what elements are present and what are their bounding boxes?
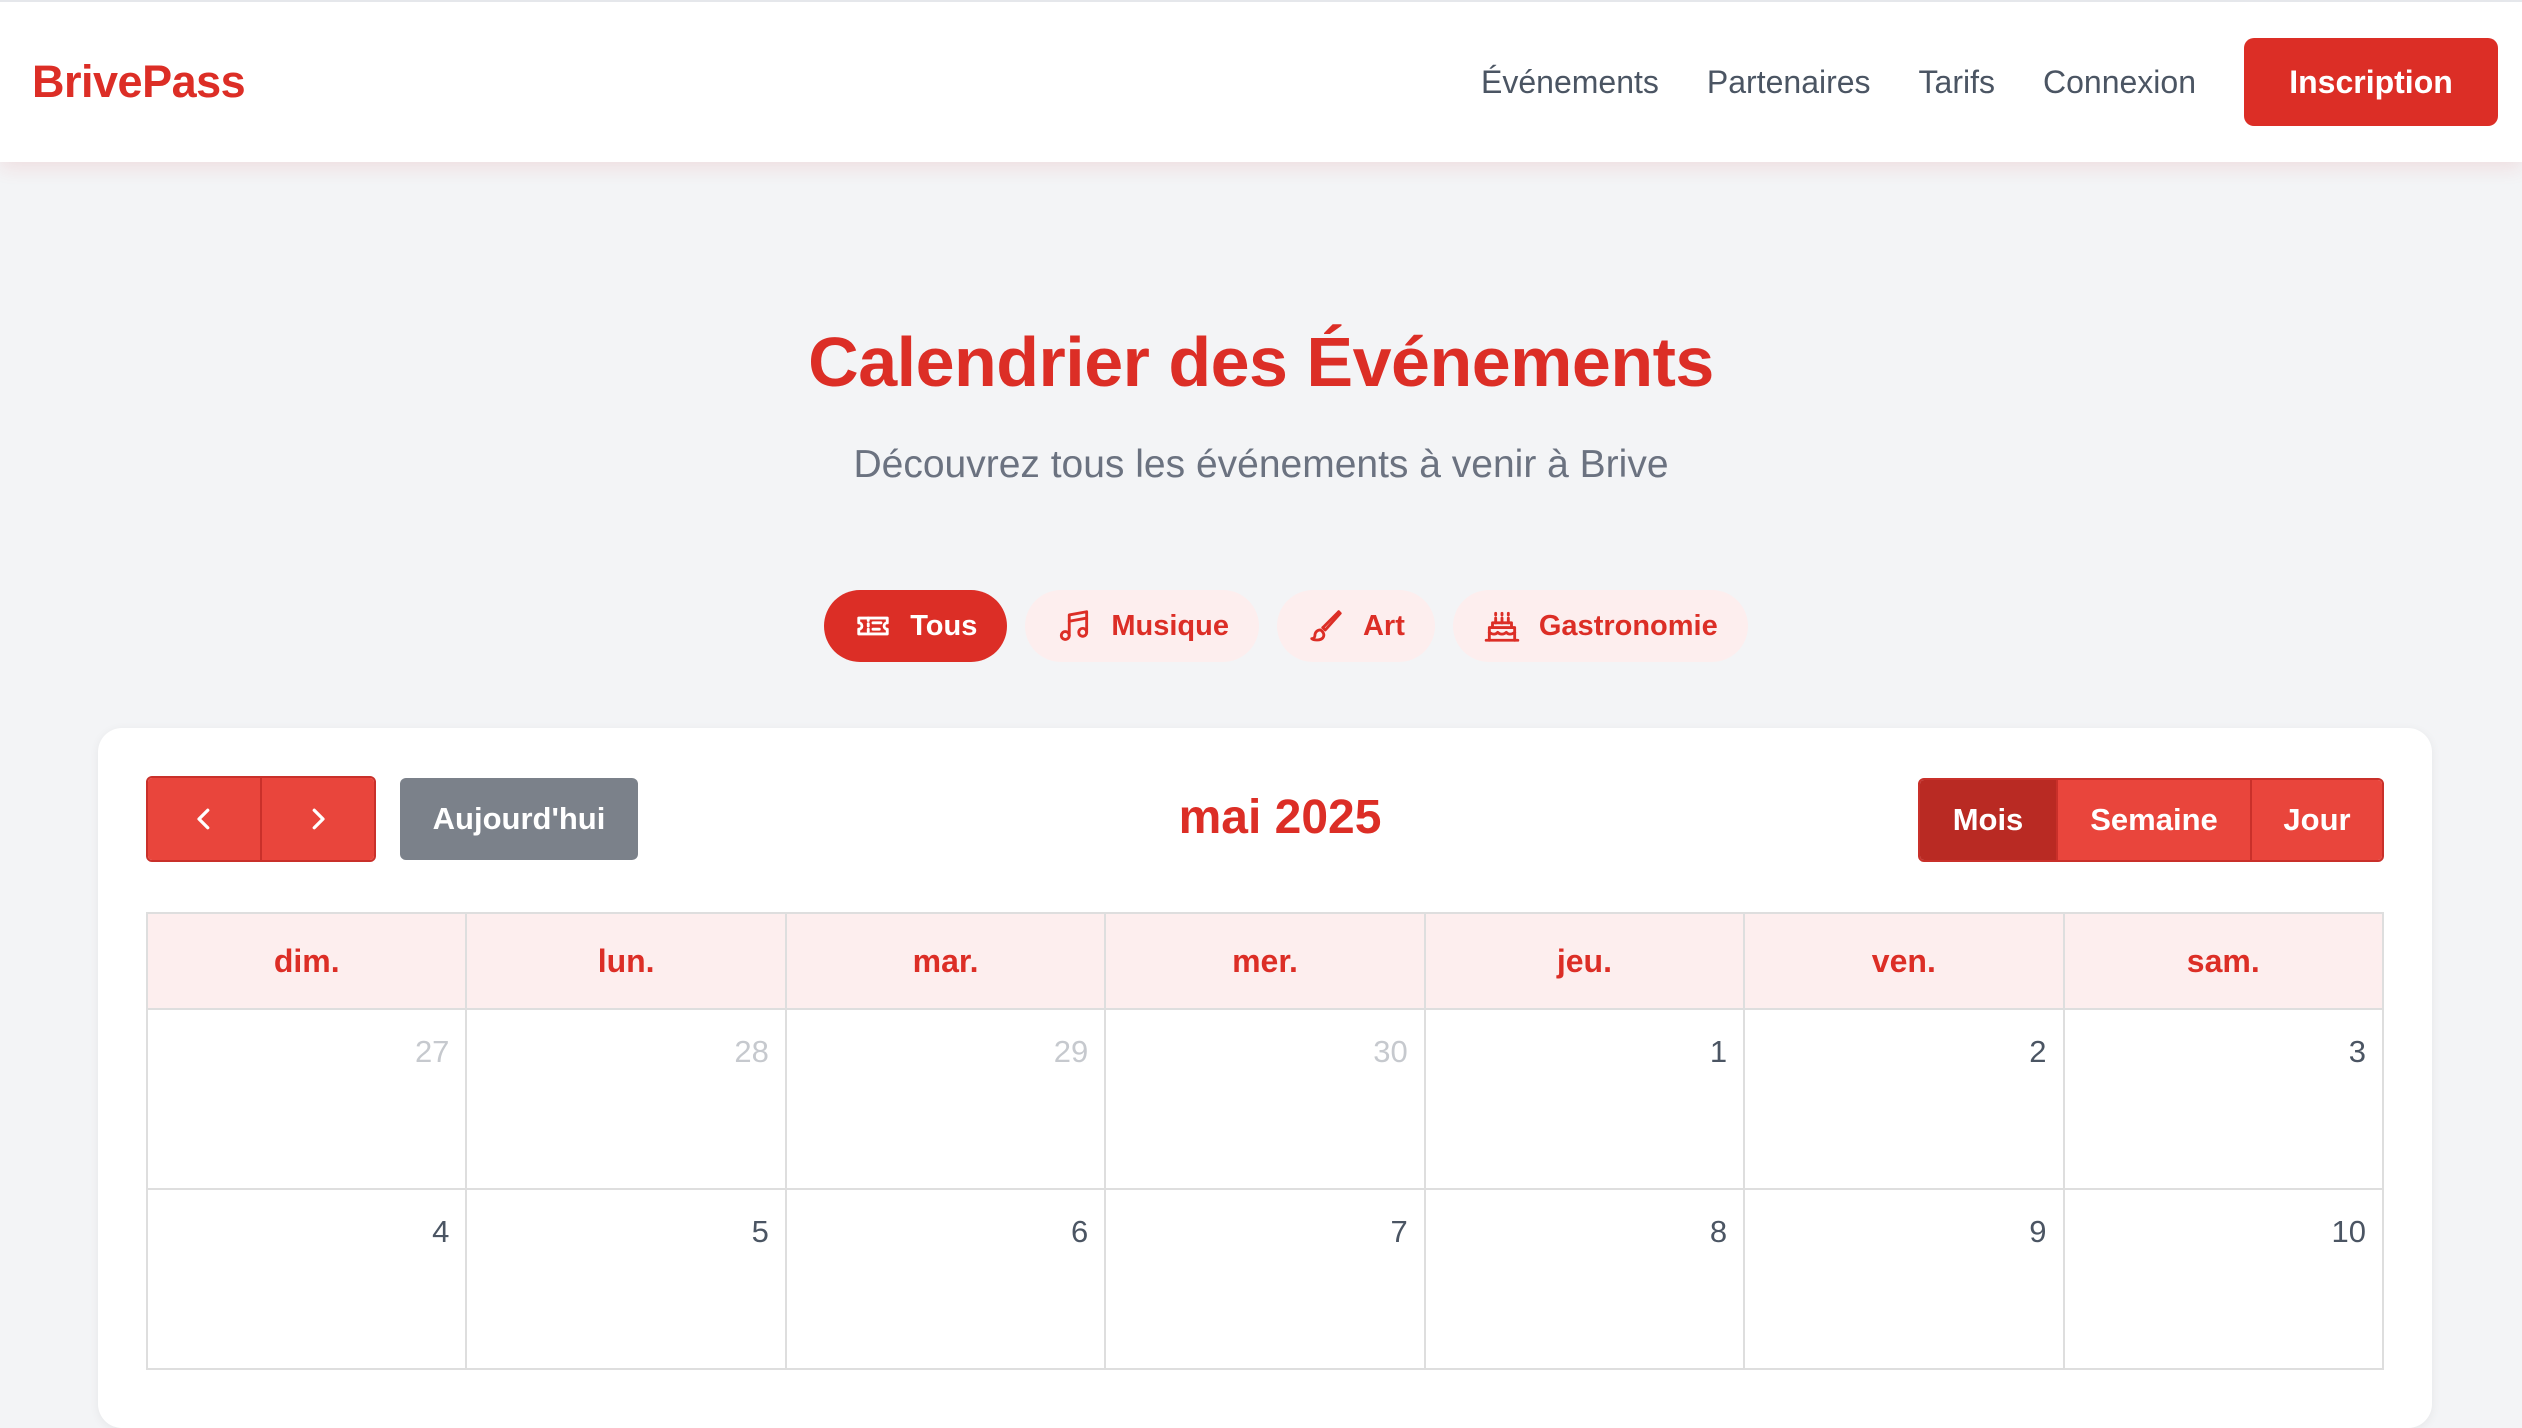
calendar-week-row: 27 28 29 30 1 2 3: [148, 1010, 2384, 1190]
weekday-header: dim. lun. mar. mer. jeu. ven. sam.: [148, 914, 2384, 1010]
filter-musique[interactable]: Musique: [1025, 590, 1259, 662]
day-cell[interactable]: 4: [148, 1190, 468, 1370]
day-number: 8: [1709, 1214, 1728, 1249]
filter-tous[interactable]: Tous: [824, 590, 1008, 662]
day-number: 28: [734, 1034, 769, 1069]
day-cell[interactable]: 29: [786, 1010, 1107, 1190]
ticket-icon: [854, 607, 892, 645]
day-number: 9: [2029, 1214, 2047, 1249]
category-filters: Tous Musique Art Gastronomie: [0, 590, 2522, 662]
day-cell[interactable]: 10: [2064, 1190, 2384, 1370]
nav-link-connexion[interactable]: Connexion: [2043, 64, 2196, 101]
day-cell[interactable]: 8: [1425, 1190, 1746, 1370]
weekday-label: mer.: [1106, 914, 1426, 1010]
weekday-label: dim.: [148, 914, 468, 1010]
filter-gastronomie[interactable]: Gastronomie: [1452, 590, 1748, 662]
day-number: 2: [2029, 1034, 2047, 1069]
view-switcher: Mois Semaine Jour: [1918, 778, 2384, 862]
filter-art[interactable]: Art: [1276, 590, 1435, 662]
calendar-card: Aujourd'hui mai 2025 Mois Semaine Jour d…: [98, 728, 2432, 1428]
day-cell[interactable]: 30: [1106, 1010, 1426, 1190]
page-subtitle: Découvrez tous les événements à venir à …: [853, 443, 1669, 486]
filter-label: Gastronomie: [1538, 609, 1718, 642]
day-cell[interactable]: 5: [467, 1190, 787, 1370]
day-number: 7: [1390, 1214, 1408, 1249]
day-number: 29: [1053, 1034, 1089, 1069]
filter-label: Art: [1362, 609, 1405, 642]
cake-icon: [1483, 607, 1521, 645]
view-day-button[interactable]: Jour: [2250, 780, 2382, 860]
filter-label: Musique: [1111, 609, 1229, 642]
day-number: 6: [1071, 1214, 1089, 1249]
day-cell[interactable]: 2: [1745, 1010, 2065, 1190]
day-cell[interactable]: 9: [1745, 1190, 2065, 1370]
day-number: 5: [751, 1214, 769, 1249]
day-cell[interactable]: 6: [786, 1190, 1107, 1370]
calendar-toolbar: Aujourd'hui mai 2025 Mois Semaine Jour: [146, 776, 2384, 862]
day-number: 27: [414, 1034, 450, 1069]
nav-link-partenaires[interactable]: Partenaires: [1707, 64, 1871, 101]
weekday-label: jeu.: [1425, 914, 1746, 1010]
calendar-week-row: 4 5 6 7 8 9 10: [148, 1190, 2384, 1370]
weekday-label: lun.: [467, 914, 787, 1010]
calendar-grid: dim. lun. mar. mer. jeu. ven. sam. 27 28…: [146, 912, 2384, 1370]
day-cell[interactable]: 28: [467, 1010, 787, 1190]
paintbrush-icon: [1307, 607, 1345, 645]
view-week-button[interactable]: Semaine: [2056, 780, 2250, 860]
weekday-label: ven.: [1745, 914, 2065, 1010]
signup-button[interactable]: Inscription: [2244, 38, 2498, 126]
brand-logo[interactable]: BrivePass: [32, 56, 246, 108]
filter-label: Tous: [910, 609, 978, 642]
nav-link-evenements[interactable]: Événements: [1481, 64, 1659, 101]
weekday-label: mar.: [786, 914, 1107, 1010]
day-number: 3: [2348, 1034, 2366, 1069]
music-icon: [1055, 607, 1093, 645]
top-navbar: BrivePass Événements Partenaires Tarifs …: [0, 0, 2522, 162]
day-number: 1: [1709, 1034, 1728, 1069]
day-number: 4: [432, 1214, 450, 1249]
day-number: 30: [1373, 1034, 1408, 1069]
day-cell[interactable]: 3: [2064, 1010, 2384, 1190]
day-cell[interactable]: 1: [1425, 1010, 1746, 1190]
day-number: 10: [2331, 1214, 2366, 1249]
view-month-button[interactable]: Mois: [1920, 780, 2056, 860]
weekday-label: sam.: [2064, 914, 2384, 1010]
page-title: Calendrier des Événements: [808, 323, 1714, 401]
main-nav: Événements Partenaires Tarifs Connexion …: [1481, 38, 2498, 126]
day-cell[interactable]: 27: [148, 1010, 468, 1190]
nav-link-tarifs[interactable]: Tarifs: [1919, 64, 1995, 101]
day-cell[interactable]: 7: [1106, 1190, 1426, 1370]
